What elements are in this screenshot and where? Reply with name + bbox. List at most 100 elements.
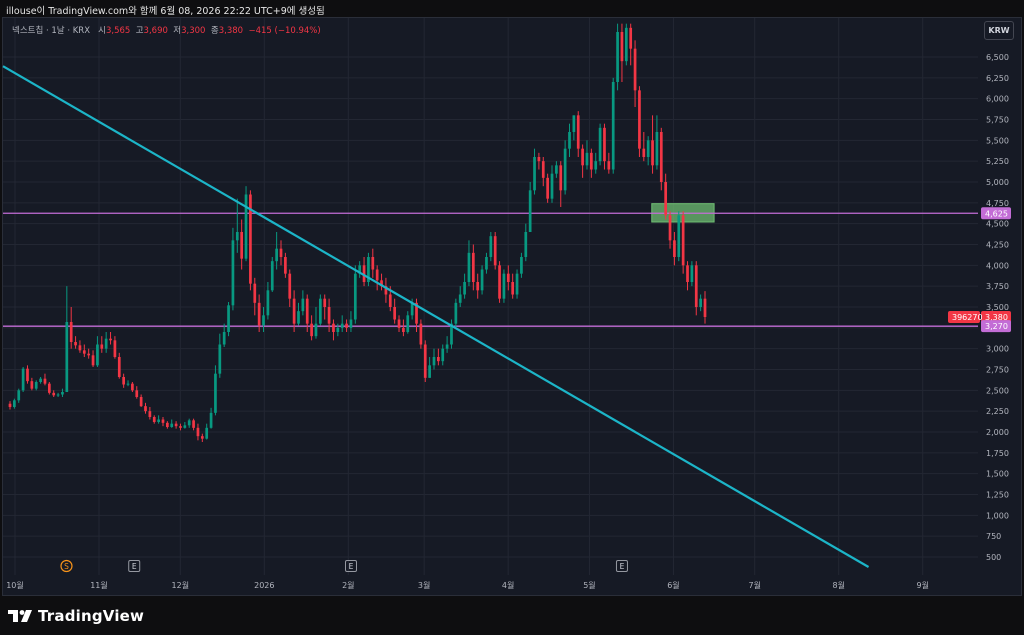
candle-body xyxy=(61,392,64,395)
candle-body xyxy=(82,350,86,354)
candle-body xyxy=(445,344,449,349)
y-tick-label: 4,000 xyxy=(986,261,1009,270)
candle-body xyxy=(489,236,493,257)
candle-body xyxy=(109,338,112,341)
trendline xyxy=(2,65,870,568)
candle-body xyxy=(292,298,296,324)
y-tick-label: 5,500 xyxy=(986,136,1009,145)
symbol-name[interactable]: 넥스트칩 · 1날 · KRX xyxy=(12,26,90,36)
candle-body xyxy=(349,319,353,328)
candle-body xyxy=(174,423,178,427)
candle-body xyxy=(301,298,305,312)
y-tick-label: 2,750 xyxy=(986,366,1009,375)
candle-body xyxy=(686,265,689,282)
candle-body xyxy=(69,322,73,342)
x-tick-label: 2026 xyxy=(254,581,274,590)
candle-body xyxy=(244,194,248,259)
y-tick-label: 1,250 xyxy=(986,491,1009,500)
tradingview-brand[interactable]: TradingView xyxy=(38,607,144,625)
volume-label: 396270 xyxy=(952,313,983,322)
candle-body xyxy=(131,383,134,391)
candle-body xyxy=(611,82,615,170)
candle-body xyxy=(607,161,611,170)
candle-body xyxy=(703,298,707,317)
candle-body xyxy=(520,257,523,274)
candle-body xyxy=(620,32,624,62)
candle-body xyxy=(511,282,515,295)
x-tick-label: 10월 xyxy=(6,580,24,590)
y-tick-label: 750 xyxy=(986,532,1001,541)
candle-body xyxy=(91,355,95,366)
candle-body xyxy=(183,425,187,428)
price-label: 4,625 xyxy=(985,209,1008,218)
candle-body xyxy=(576,115,580,149)
candle-body xyxy=(480,269,484,291)
candle-body xyxy=(646,140,650,157)
y-tick-label: 6,500 xyxy=(986,53,1009,62)
y-tick-label: 4,750 xyxy=(986,199,1009,208)
open-value: 3,565 xyxy=(105,26,131,36)
candle-body xyxy=(651,140,654,166)
candle-body xyxy=(467,252,471,282)
price-axis: 500 750 1,000 1,250 1,500 1,750 2,000 2,250 2,50… xyxy=(986,53,1009,562)
candle-body xyxy=(240,232,244,259)
candle-body xyxy=(34,382,38,389)
candle-body xyxy=(170,423,174,427)
candle-body xyxy=(231,240,235,306)
candle-body xyxy=(26,368,29,382)
candle-body xyxy=(563,148,567,191)
candle-body xyxy=(432,357,436,366)
earnings-event-label: E xyxy=(349,562,354,571)
candle-body xyxy=(371,257,375,270)
candle-body xyxy=(559,165,563,191)
earnings-event-label: E xyxy=(132,562,137,571)
footer: TradingView xyxy=(8,605,144,627)
y-tick-label: 3,750 xyxy=(986,282,1009,291)
candle-body xyxy=(318,298,322,324)
candle-body xyxy=(485,257,488,270)
candle-body xyxy=(222,332,226,345)
candle-body xyxy=(568,132,571,149)
y-tick-label: 4,250 xyxy=(986,241,1009,250)
y-tick-label: 5,000 xyxy=(986,178,1009,187)
y-tick-label: 3,000 xyxy=(986,345,1009,354)
change-value: −415 (−10.94%) xyxy=(248,26,321,36)
trendline-layer xyxy=(2,65,870,568)
price-chart[interactable]: 500 750 1,000 1,250 1,500 1,750 2,000 2,250 2,50… xyxy=(0,0,1024,600)
candle-body xyxy=(327,307,331,324)
candle-body xyxy=(87,353,91,356)
candle-body xyxy=(681,215,685,266)
x-tick-label: 8월 xyxy=(833,580,845,590)
candle-body xyxy=(673,240,676,257)
candle-body xyxy=(476,282,480,291)
candles xyxy=(8,23,707,442)
candle-body xyxy=(126,383,130,385)
candle-body xyxy=(585,152,589,166)
y-tick-label: 5,750 xyxy=(986,116,1009,125)
candle-body xyxy=(533,157,536,191)
candle-body xyxy=(161,419,165,423)
currency-button[interactable]: KRW xyxy=(984,21,1014,40)
candle-body xyxy=(39,378,42,382)
candle-body xyxy=(524,232,528,257)
candle-body xyxy=(642,148,646,157)
high-label: 고 xyxy=(135,26,144,36)
candle-body xyxy=(336,327,340,332)
candle-body xyxy=(152,417,156,422)
candle-body xyxy=(78,345,82,351)
candle-body xyxy=(541,161,545,178)
candle-body xyxy=(218,344,222,374)
candle-body xyxy=(288,273,292,299)
candle-body xyxy=(375,269,379,281)
y-tick-label: 1,500 xyxy=(986,470,1009,479)
time-axis: 10월 11월 12월 2026 2월 3월 4월 5월 6월 7월 8월 9월 xyxy=(6,580,929,590)
candle-body xyxy=(205,427,209,439)
x-tick-label: 11월 xyxy=(90,580,108,590)
candle-body xyxy=(257,302,261,326)
x-tick-label: 5월 xyxy=(583,580,595,590)
candle-body xyxy=(209,412,213,428)
candle-body xyxy=(471,252,475,282)
candle-body xyxy=(52,392,56,396)
candle-body xyxy=(668,215,672,241)
open-label: 시 xyxy=(98,26,106,36)
